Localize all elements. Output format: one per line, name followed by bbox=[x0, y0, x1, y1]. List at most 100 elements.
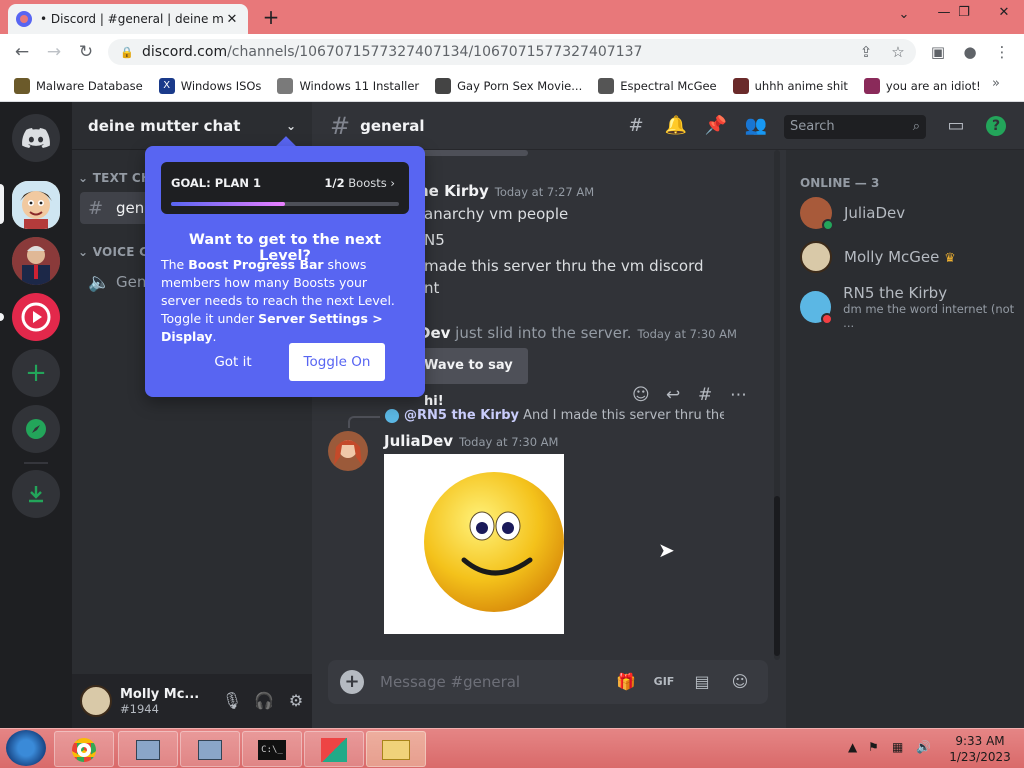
explorer-taskbar-button[interactable] bbox=[366, 731, 426, 767]
wave-button[interactable]: Wave to say hi! bbox=[410, 348, 528, 409]
user-panel: Molly Mc... #1944 🎙 🎧 ⚙ bbox=[72, 674, 312, 728]
member-item[interactable]: RN5 the Kirby dm me the word internet (no… bbox=[800, 284, 1024, 330]
more-bookmarks-icon[interactable]: » bbox=[992, 76, 1000, 91]
side-panel-icon[interactable]: ▣ bbox=[926, 40, 950, 64]
gear-icon[interactable]: ⚙ bbox=[280, 685, 312, 717]
bookmark-item[interactable]: uhhh anime shit bbox=[732, 77, 848, 94]
bell-icon[interactable]: 🔔 bbox=[664, 114, 688, 138]
server-icon-play[interactable] bbox=[12, 293, 60, 341]
message-line: nt bbox=[424, 279, 440, 297]
channel-title: general bbox=[360, 116, 425, 135]
server-header[interactable]: deine mutter chat ⌄ bbox=[72, 102, 312, 150]
gift-icon[interactable]: 🎁 bbox=[610, 670, 642, 694]
start-button[interactable] bbox=[6, 730, 46, 766]
chevron-right-icon: › bbox=[390, 176, 395, 190]
server-icon-person[interactable] bbox=[12, 237, 60, 285]
message-line: anarchy vm people bbox=[424, 205, 569, 223]
star-bookmark-icon[interactable]: ☆ bbox=[886, 40, 910, 64]
toggle-on-button[interactable]: Toggle On bbox=[289, 343, 385, 381]
pin-icon[interactable]: 📌 bbox=[704, 114, 728, 138]
reply-spine bbox=[348, 416, 380, 428]
upload-plus-icon[interactable]: + bbox=[340, 670, 364, 694]
message-input[interactable]: Message #general bbox=[380, 673, 604, 691]
mute-mic-icon[interactable]: 🎙 bbox=[216, 685, 248, 717]
add-reaction-icon[interactable]: ☺ bbox=[632, 385, 650, 405]
bookmark-item[interactable]: X Windows ISOs bbox=[158, 77, 261, 94]
avatar[interactable] bbox=[80, 685, 112, 717]
hash-icon: # bbox=[88, 197, 104, 219]
back-arrow-icon[interactable]: ← bbox=[10, 40, 34, 64]
restore-button[interactable]: ❐ bbox=[944, 0, 984, 30]
new-tab-button[interactable]: + bbox=[262, 6, 280, 28]
chrome-menu-icon[interactable]: ⋮ bbox=[990, 40, 1014, 64]
member-list bbox=[786, 150, 1024, 728]
computer-icon bbox=[136, 740, 160, 760]
network-app-button-2[interactable] bbox=[180, 731, 240, 767]
browser-tab-discord[interactable]: • Discord | #general | deine mutter chat… bbox=[8, 4, 248, 34]
search-input[interactable]: Search ⌕ bbox=[784, 115, 926, 139]
show-hidden-icons[interactable]: ▲ bbox=[848, 740, 857, 754]
x-icon: X bbox=[158, 77, 175, 94]
bookmarks-bar: Malware Database X Windows ISOs Windows 1… bbox=[0, 70, 1024, 102]
url-input[interactable]: 🔒 discord.com/channels/10670715773274071… bbox=[108, 39, 916, 65]
member-item[interactable]: Molly McGee ♛ bbox=[800, 241, 956, 273]
chat-scroll-thumb[interactable] bbox=[774, 496, 780, 656]
network-app-button[interactable] bbox=[118, 731, 178, 767]
face-icon bbox=[598, 77, 615, 94]
avatar[interactable] bbox=[328, 431, 368, 471]
download-apps-icon[interactable] bbox=[12, 470, 60, 518]
tab-title: • Discord | #general | deine mutter chat bbox=[40, 12, 224, 26]
smiley-image[interactable] bbox=[384, 454, 564, 634]
help-icon[interactable]: ? bbox=[986, 116, 1006, 136]
user-tag: #1944 bbox=[120, 701, 159, 716]
bookmark-item[interactable]: Malware Database bbox=[14, 77, 143, 94]
close-window-button[interactable]: ✕ bbox=[984, 0, 1024, 30]
boost-progress-fill bbox=[171, 202, 285, 206]
chrome-taskbar-button[interactable] bbox=[54, 731, 114, 767]
app-taskbar-button[interactable] bbox=[304, 731, 364, 767]
reply-avatar bbox=[385, 409, 399, 423]
close-tab-icon[interactable]: ✕ bbox=[224, 12, 240, 27]
reload-icon[interactable]: ↻ bbox=[74, 40, 98, 64]
online-status-icon bbox=[822, 219, 834, 231]
cmd-taskbar-button[interactable]: C:\_ bbox=[242, 731, 302, 767]
reply-preview[interactable]: @RN5 the Kirby And I made this server th… bbox=[404, 408, 724, 423]
bookmark-item[interactable]: Espectral McGee bbox=[598, 77, 717, 94]
inbox-icon[interactable]: ▭ bbox=[944, 114, 968, 138]
discord-home-icon[interactable] bbox=[12, 114, 60, 162]
explore-compass-icon[interactable] bbox=[12, 405, 60, 453]
crown-icon: ♛ bbox=[944, 251, 956, 266]
bookmark-item[interactable]: Windows 11 Installer bbox=[277, 77, 419, 94]
add-server-icon[interactable]: + bbox=[12, 349, 60, 397]
threads-icon[interactable]: # bbox=[624, 114, 648, 138]
more-options-icon[interactable]: ⋯ bbox=[730, 385, 747, 405]
speaker-icon: 🔈 bbox=[88, 271, 111, 293]
share-icon[interactable]: ⇪ bbox=[854, 40, 878, 64]
got-it-button[interactable]: Got it bbox=[200, 344, 266, 380]
reply-icon[interactable]: ↩ bbox=[666, 385, 680, 405]
member-item[interactable]: JuliaDev bbox=[800, 197, 905, 231]
sticker-icon[interactable]: ▤ bbox=[686, 670, 718, 694]
tab-search-icon[interactable]: ⌄ bbox=[884, 2, 924, 32]
lock-icon: 🔒 bbox=[120, 45, 134, 59]
headphones-icon[interactable]: 🎧 bbox=[248, 685, 280, 717]
server-icon-cartoon[interactable] bbox=[12, 181, 60, 229]
thread-icon[interactable]: # bbox=[698, 385, 712, 405]
profile-icon[interactable]: ● bbox=[958, 40, 982, 64]
flag-icon[interactable]: ⚑ bbox=[868, 740, 879, 754]
bookmark-item[interactable]: you are an idiot! bbox=[863, 77, 981, 94]
chevron-down-icon: ⌄ bbox=[285, 118, 296, 133]
boost-goal-card[interactable]: GOAL: PLAN 1 1/2 Boosts › bbox=[161, 162, 409, 214]
terminal-icon: C:\_ bbox=[258, 740, 286, 760]
bookmark-item[interactable]: Gay Porn Sex Movie... bbox=[435, 77, 582, 94]
forward-arrow-icon[interactable]: → bbox=[42, 40, 66, 64]
volume-icon[interactable]: 🔊 bbox=[916, 740, 931, 754]
gif-icon[interactable]: GIF bbox=[648, 670, 680, 694]
members-icon[interactable]: 👥 bbox=[744, 114, 768, 138]
network-icon[interactable]: ▦ bbox=[892, 740, 903, 754]
system-clock[interactable]: 9:33 AM 1/23/2023 bbox=[940, 733, 1020, 765]
message-header: he Kirby Today at 7:27 AM bbox=[418, 182, 595, 200]
selected-server-pill bbox=[0, 184, 4, 224]
message-composer: + Message #general 🎁 GIF ▤ ☺ bbox=[328, 660, 768, 704]
emoji-icon[interactable]: ☺ bbox=[724, 670, 756, 694]
